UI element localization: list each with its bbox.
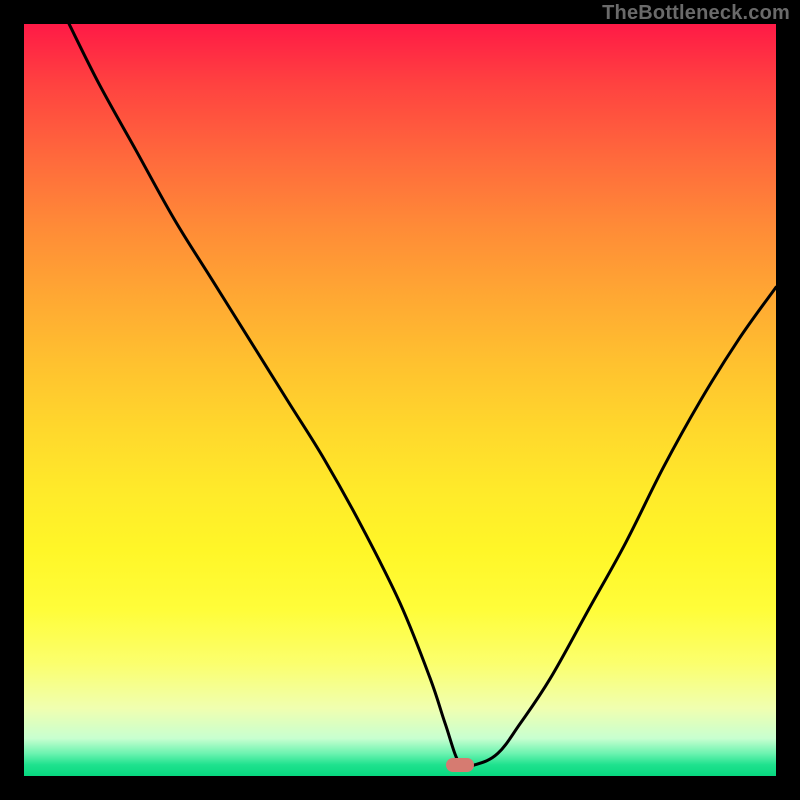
- bottleneck-curve: [69, 24, 776, 769]
- curve-svg: [24, 24, 776, 776]
- plot-area: [24, 24, 776, 776]
- chart-frame: TheBottleneck.com: [0, 0, 800, 800]
- watermark-text: TheBottleneck.com: [602, 2, 790, 25]
- minimum-marker: [446, 758, 474, 772]
